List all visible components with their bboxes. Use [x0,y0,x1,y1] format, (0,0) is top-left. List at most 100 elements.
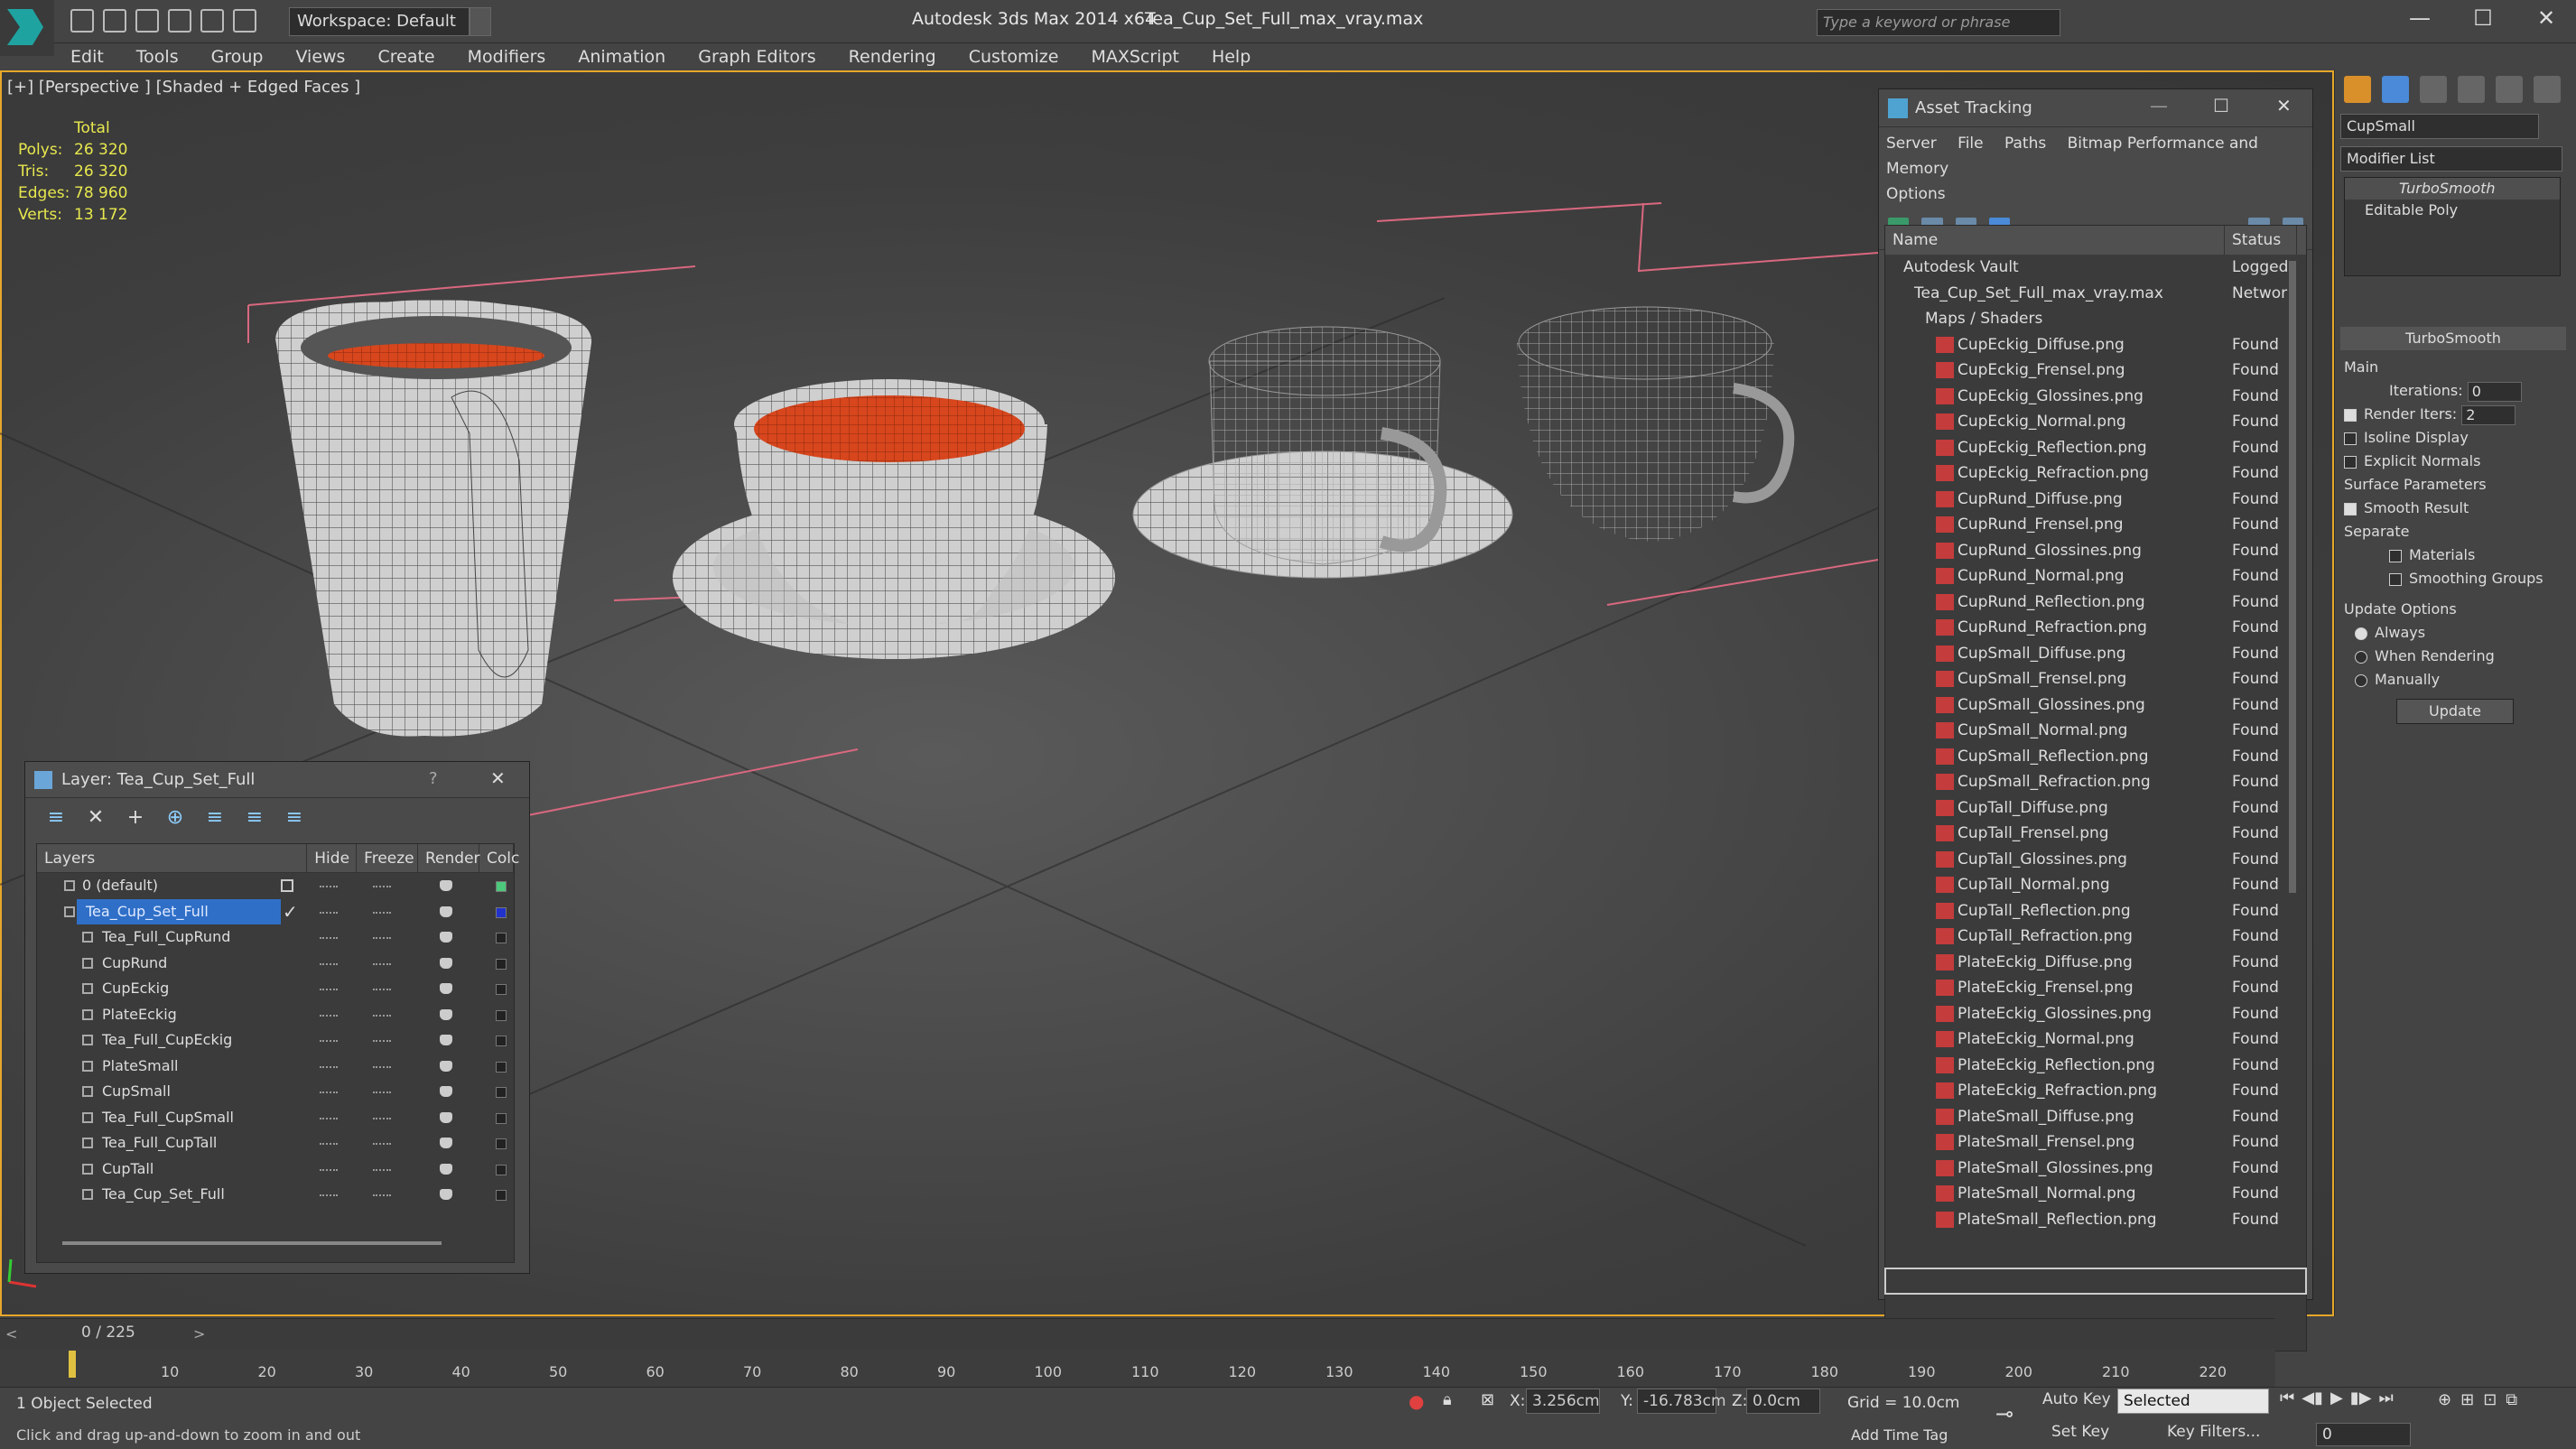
key-filters-button[interactable]: Key Filters... [2167,1423,2260,1441]
close-button[interactable]: ✕ [2528,5,2564,36]
z-coordinate-field[interactable]: 0.0cm [1746,1389,1820,1414]
modifier-list-dropdown[interactable]: Modifier List [2340,146,2562,172]
frame-counter[interactable]: 0 / 225 [81,1324,135,1342]
search-input[interactable]: Type a keyword or phrase [1817,9,2060,36]
layer-row[interactable]: Tea_Full_CupRund [37,924,514,951]
stack-item-turbosmooth[interactable]: TurboSmooth [2345,178,2560,200]
explicit-normals-checkbox[interactable] [2344,455,2357,469]
asset-row[interactable]: CupTall_Diffuse.png Found [1885,795,2306,822]
isolate-icon[interactable]: ● [1409,1390,1424,1412]
layer-row[interactable]: Tea_Full_CupSmall [37,1105,514,1131]
time-slider[interactable] [0,1318,2275,1349]
layer-row[interactable]: PlateEckig [37,1002,514,1028]
go-to-end-icon[interactable]: ⏭ [2379,1389,2394,1407]
layer-row-selected[interactable]: Tea_Cup_Set_Full ✓ [37,898,514,925]
asset-row[interactable]: Maps / Shaders [1885,306,2306,332]
auto-key-button[interactable]: Auto Key [2042,1390,2111,1408]
asset-row[interactable]: CupEckig_Diffuse.png Found [1885,332,2306,358]
layer-row[interactable]: Tea_Full_CupEckig [37,1027,514,1054]
isoline-checkbox[interactable] [2344,432,2357,445]
turbosmooth-rollout-header[interactable]: TurboSmooth [2340,327,2566,350]
asset-row[interactable]: CupEckig_Frensel.png Found [1885,358,2306,384]
layer-row[interactable]: Tea_Cup_Set_Full [37,1182,514,1208]
workspace-dropdown-arrow-icon[interactable] [470,7,491,36]
asset-row[interactable]: PlateSmall_Reflection.png Found [1885,1207,2306,1233]
col-hide[interactable]: Hide [307,844,358,872]
asset-menu-file[interactable]: File [1958,135,1983,153]
selection-set-dropdown[interactable]: Selected [2117,1389,2269,1414]
add-selection-icon[interactable]: ⊕ [163,805,188,831]
render-iters-checkbox[interactable] [2344,408,2357,422]
object-name-field[interactable]: CupSmall [2340,114,2539,139]
asset-row[interactable]: CupSmall_Normal.png Found [1885,718,2306,744]
asset-scrollbar[interactable] [2289,261,2296,893]
asset-row[interactable]: CupEckig_Reflection.png Found [1885,435,2306,461]
asset-dialog-title[interactable]: Asset Tracking [1879,89,2312,127]
asset-row[interactable]: CupTall_Glossines.png Found [1885,847,2306,873]
asset-menu-paths[interactable]: Paths [2004,135,2046,153]
utilities-tab-icon[interactable] [2534,76,2561,103]
iterations-spinner[interactable]: 0 [2467,381,2522,402]
next-frame-icon[interactable]: ▮▶ [2350,1389,2372,1407]
zoom-icon[interactable]: ⊕ [2438,1390,2451,1409]
col-render[interactable]: Render [418,844,480,872]
layer-row[interactable]: CupSmall [37,1079,514,1105]
menu-graph-editors[interactable]: Graph Editors [682,43,832,70]
asset-row[interactable]: PlateEckig_Refraction.png Found [1885,1078,2306,1104]
menu-maxscript[interactable]: MAXScript [1074,43,1195,70]
asset-menu-server[interactable]: Server [1886,135,1937,153]
asset-row[interactable]: PlateEckig_Diffuse.png Found [1885,950,2306,976]
asset-row[interactable]: CupTall_Frensel.png Found [1885,821,2306,847]
time-slider-prev-icon[interactable]: < [5,1325,17,1342]
asset-row[interactable]: PlateEckig_Reflection.png Found [1885,1053,2306,1079]
asset-menu-bitmap[interactable]: Bitmap Performance and Memory [1886,135,2258,178]
absolute-mode-icon[interactable]: ⊠ [1481,1390,1494,1409]
maximize-viewport-icon[interactable]: ⧉ [2506,1390,2517,1409]
asset-row[interactable]: Tea_Cup_Set_Full_max_vray.max Networ [1885,281,2306,307]
layer-row[interactable]: CupTall [37,1156,514,1183]
y-coordinate-field[interactable]: -16.783cm [1637,1389,1726,1414]
asset-row[interactable]: CupEckig_Glossines.png Found [1885,384,2306,410]
highlight-layer-icon[interactable]: ≡ [242,805,267,831]
create-tab-icon[interactable] [2344,76,2371,103]
asset-row[interactable]: Autodesk Vault Logged [1885,255,2306,281]
col-layers[interactable]: Layers [37,844,308,872]
asset-row[interactable]: CupEckig_Normal.png Found [1885,409,2306,435]
menu-tools[interactable]: Tools [120,43,195,70]
display-tab-icon[interactable] [2496,76,2523,103]
go-to-start-icon[interactable]: ⏮ [2280,1389,2294,1407]
menu-views[interactable]: Views [279,43,361,70]
layer-row[interactable]: 0 (default) [37,873,514,899]
layer-row[interactable]: CupRund [37,951,514,977]
col-freeze[interactable]: Freeze [357,844,418,872]
time-cursor[interactable] [69,1351,76,1378]
delete-layer-icon[interactable]: ✕ [83,805,108,831]
smoothing-groups-checkbox[interactable] [2389,572,2402,586]
asset-row[interactable]: CupSmall_Glossines.png Found [1885,692,2306,719]
asset-row[interactable]: CupSmall_Refraction.png Found [1885,769,2306,795]
menu-modifiers[interactable]: Modifiers [451,43,563,70]
asset-row[interactable]: CupSmall_Reflection.png Found [1885,744,2306,770]
hierarchy-tab-icon[interactable] [2420,76,2447,103]
add-time-tag-button[interactable]: Add Time Tag [1851,1426,1948,1444]
asset-close-button[interactable]: ✕ [2276,95,2292,116]
stack-item-editable-poly[interactable]: Editable Poly [2345,200,2560,221]
asset-path-field[interactable] [1884,1268,2307,1295]
time-slider-next-icon[interactable]: > [193,1325,205,1342]
motion-tab-icon[interactable] [2458,76,2485,103]
asset-row[interactable]: PlateEckig_Normal.png Found [1885,1026,2306,1053]
maximize-button[interactable]: ☐ [2465,5,2501,36]
app-logo-icon[interactable] [0,0,54,56]
menu-animation[interactable]: Animation [562,43,682,70]
asset-maximize-button[interactable]: ☐ [2213,95,2229,116]
layer-manager-icon[interactable]: ≡ [43,805,69,831]
layer-row[interactable]: CupEckig [37,976,514,1002]
create-layer-icon[interactable]: + [123,805,148,831]
asset-row[interactable]: CupRund_Reflection.png Found [1885,590,2306,616]
menu-create[interactable]: Create [361,43,451,70]
menu-help[interactable]: Help [1195,43,1267,70]
asset-row[interactable]: CupRund_Normal.png Found [1885,563,2306,590]
zoom-all-icon[interactable]: ⊞ [2460,1390,2474,1409]
asset-row[interactable]: CupEckig_Refraction.png Found [1885,460,2306,487]
render-iters-spinner[interactable]: 2 [2461,404,2516,425]
